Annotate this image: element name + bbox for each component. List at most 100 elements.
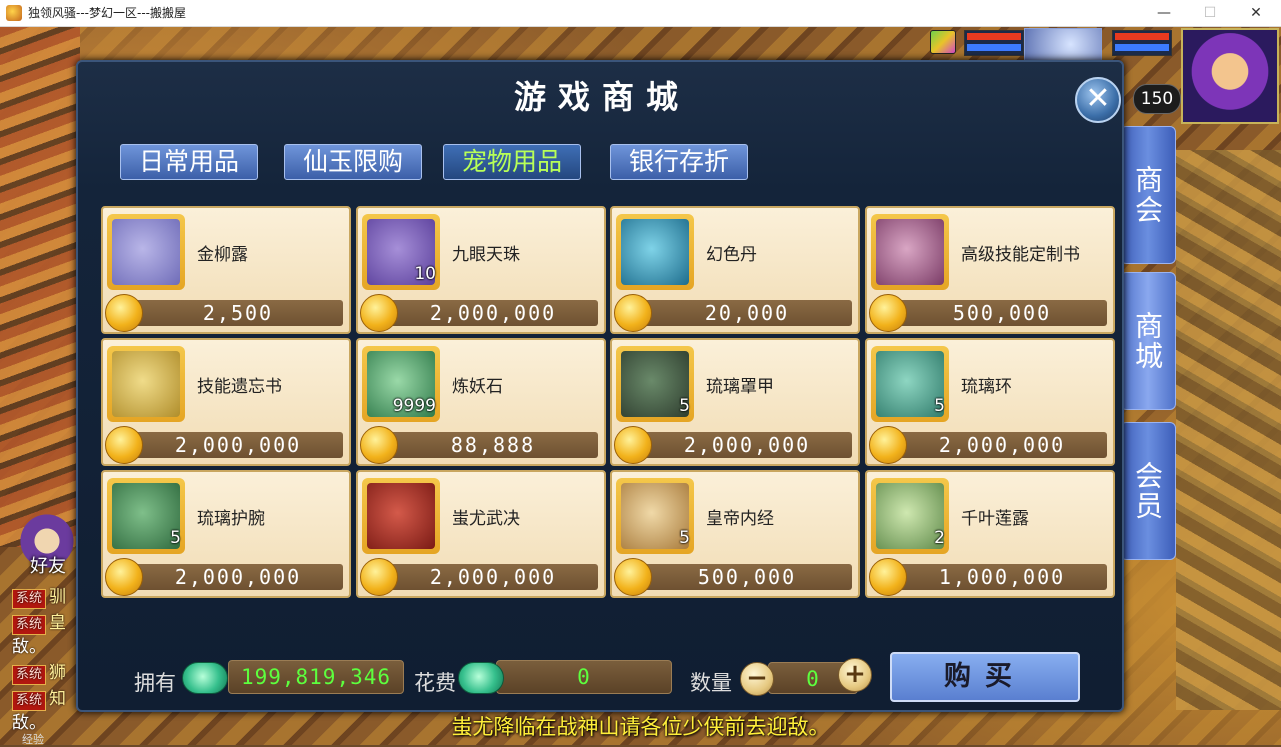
shop-item-card[interactable]: 5 琉璃罩甲 2,000,000 [610,338,860,466]
item-price: 2,000,000 [429,565,557,589]
shop-item-card[interactable]: 9999 炼妖石 88,888 [356,338,606,466]
shop-item-card[interactable]: 高级技能定制书 500,000 [865,206,1115,334]
red-book-icon [362,478,440,554]
item-name: 蚩尤武决 [452,509,520,529]
gold-coin-icon [105,294,143,332]
item-quantity: 5 [934,396,945,416]
shop-item-card[interactable]: 蚩尤武决 2,000,000 [356,470,606,598]
shop-item-card[interactable]: 技能遗忘书 2,000,000 [101,338,351,466]
player-level-badge: 150 [1133,84,1181,114]
shop-item-card[interactable]: 10 九眼天珠 2,000,000 [356,206,606,334]
maximize-button[interactable]: ☐ [1187,0,1233,26]
item-price: 2,000,000 [429,301,557,325]
item-price: 2,000,000 [174,433,302,457]
scroll-book-icon [107,346,185,422]
own-amount: 199,819,346 [228,660,404,694]
classic-book-icon: 5 [616,478,694,554]
gold-coin-icon [360,294,398,332]
shop-item-card[interactable]: 金柳露 2,500 [101,206,351,334]
item-name: 琉璃环 [961,377,1012,397]
side-tab-mall[interactable]: 商城 [1120,272,1176,410]
item-quantity: 9999 [392,396,436,416]
chat-line: 系统皇 [12,608,66,635]
gold-coin-icon [614,558,652,596]
ring-icon: 5 [871,346,949,422]
shop-item-card[interactable]: 5 琉璃护腕 2,000,000 [101,470,351,598]
tab-jade-limited[interactable]: 仙玉限购 [284,144,422,180]
window-titlebar: 独领风骚---梦幻一区---搬搬屋 — ☐ ✕ [0,0,1281,27]
gold-coin-icon [105,426,143,464]
item-name: 幻色丹 [706,245,757,265]
item-name: 皇帝内经 [706,509,774,529]
item-price: 88,888 [450,433,536,457]
close-dialog-button[interactable]: ✕ [1075,77,1121,123]
own-label: 拥有 [134,671,176,695]
activity-icon[interactable] [930,30,956,54]
gold-coin-icon [614,294,652,332]
tab-pet-goods[interactable]: 宠物用品 [443,144,581,180]
item-quantity: 5 [170,528,181,548]
armor-icon: 5 [616,346,694,422]
dialog-title: 游戏商城 [513,78,690,116]
item-price: 20,000 [704,301,790,325]
gold-coin-icon [869,558,907,596]
tab-daily-goods[interactable]: 日常用品 [120,144,258,180]
jade-coin-icon [182,662,228,694]
shop-item-card[interactable]: 5 琉璃环 2,000,000 [865,338,1115,466]
gold-coin-icon [614,426,652,464]
chat-line: 系统狮 [12,658,66,685]
item-quantity: 2 [934,528,945,548]
item-price: 500,000 [952,301,1052,325]
cost-label: 花费 [414,671,456,695]
chat-line: 系统知 [12,684,66,711]
jade-coin-icon [458,662,504,694]
item-name: 炼妖石 [452,377,503,397]
item-name: 高级技能定制书 [961,245,1080,265]
cost-amount: 0 [496,660,672,694]
gold-coin-icon [360,558,398,596]
skill-book-icon [871,214,949,290]
close-window-button[interactable]: ✕ [1233,0,1279,26]
shop-item-card[interactable]: 幻色丹 20,000 [610,206,860,334]
player-portrait[interactable] [1181,28,1279,124]
shop-item-card[interactable]: 2 千叶莲露 1,000,000 [865,470,1115,598]
chat-line: 系统驯 [12,582,66,609]
item-name: 琉璃罩甲 [706,377,774,397]
side-tab-member[interactable]: 会员 [1120,422,1176,560]
quantity-minus-button[interactable]: − [740,662,774,696]
gold-coin-icon [869,426,907,464]
crystal-icon: 9999 [362,346,440,422]
player-status-bars [1112,30,1172,56]
gold-coin-icon [869,294,907,332]
close-icon: ✕ [1085,81,1111,116]
shop-dialog: 游戏商城 ✕ 日常用品 仙玉限购 宠物用品 银行存折 金柳露 2,500 10 九眼天… [76,60,1124,712]
minimize-button[interactable]: — [1141,0,1187,26]
herb-bottle-icon [107,214,185,290]
item-name: 千叶莲露 [961,509,1029,529]
quantity-plus-button[interactable]: + [838,658,872,692]
friend-label[interactable]: 好友 [30,552,66,578]
pill-icon [616,214,694,290]
item-quantity: 5 [679,528,690,548]
side-tab-guild[interactable]: 商会 [1120,126,1176,264]
quantity-label: 数量 [690,671,732,695]
nine-eye-bead-icon: 10 [362,214,440,290]
app-icon [6,5,22,21]
item-quantity: 5 [679,396,690,416]
item-price: 2,500 [202,301,274,325]
item-quantity: 10 [414,264,436,284]
item-name: 技能遗忘书 [197,377,282,397]
window-title: 独领风骚---梦幻一区---搬搬屋 [28,6,186,20]
shop-item-card[interactable]: 5 皇帝内经 500,000 [610,470,860,598]
bracer-icon: 5 [107,478,185,554]
item-name: 九眼天珠 [452,245,520,265]
item-price: 2,000,000 [174,565,302,589]
buy-button[interactable]: 购买 [890,652,1080,702]
tab-bank-passbook[interactable]: 银行存折 [610,144,748,180]
item-price: 500,000 [697,565,797,589]
pet-status-bars [964,30,1024,56]
lotus-vase-icon: 2 [871,478,949,554]
item-price: 2,000,000 [683,433,811,457]
system-announcement: 蚩尤降临在战神山请各位少侠前去迎敌。 [451,715,830,739]
item-price: 2,000,000 [938,433,1066,457]
